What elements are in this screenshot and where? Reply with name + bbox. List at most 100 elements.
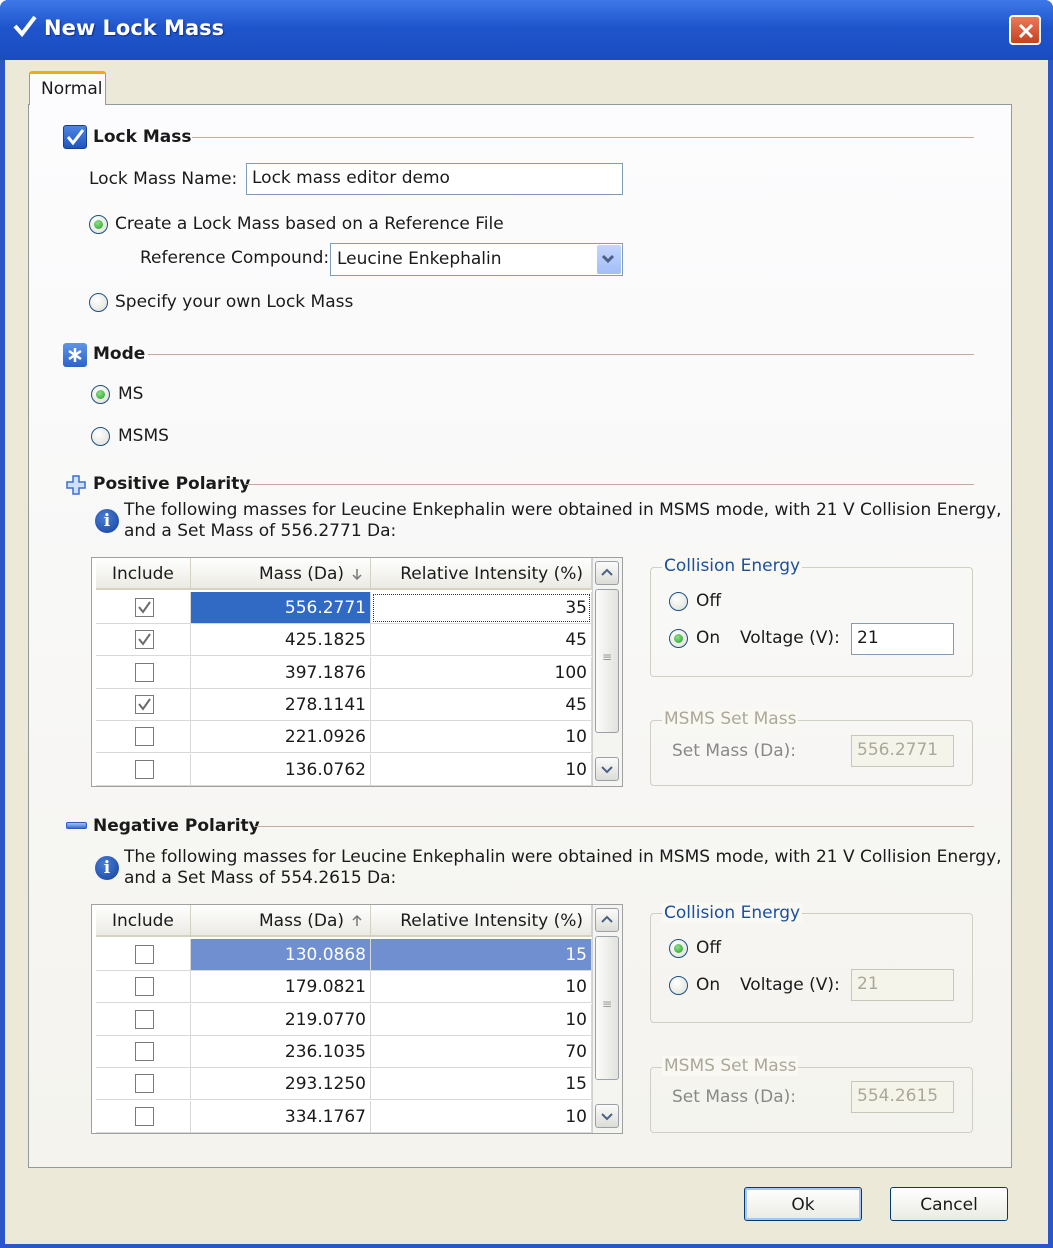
reference-file-radio[interactable]: [89, 215, 108, 234]
table-row[interactable]: 556.2771 35: [92, 592, 592, 624]
negative-collision-on-label[interactable]: On: [696, 975, 720, 995]
table-row[interactable]: 130.0868 15: [92, 939, 592, 971]
intensity-cell[interactable]: 10: [371, 753, 592, 786]
positive-collision-off-label[interactable]: Off: [696, 591, 721, 611]
positive-collision-on-label[interactable]: On: [696, 628, 720, 648]
intensity-cell[interactable]: 45: [371, 688, 592, 721]
checkmark-icon: [138, 698, 151, 711]
positive-collision-energy-title: Collision Energy: [662, 556, 803, 576]
mass-cell[interactable]: 130.0868: [191, 939, 371, 971]
mass-cell[interactable]: 179.0821: [191, 971, 371, 1004]
positive-collision-off-radio[interactable]: [669, 592, 688, 611]
reference-compound-select[interactable]: Leucine Enkephalin: [330, 243, 623, 276]
negative-collision-off-radio[interactable]: [669, 939, 688, 958]
mass-cell[interactable]: 221.0926: [191, 721, 371, 754]
negative-table-scrollbar[interactable]: ≡: [592, 905, 622, 1133]
table-row[interactable]: 179.0821 10: [92, 971, 592, 1004]
msms-label[interactable]: MSMS: [118, 426, 169, 446]
lock-mass-name-field[interactable]: Lock mass editor demo: [246, 163, 623, 195]
own-lock-mass-option-label[interactable]: Specify your own Lock Mass: [115, 292, 353, 312]
table-row[interactable]: 397.1876 100: [92, 656, 592, 689]
include-checkbox[interactable]: [135, 977, 154, 997]
column-header-mass[interactable]: Mass (Da): [191, 905, 371, 937]
intensity-cell[interactable]: 10: [371, 971, 592, 1004]
table-row[interactable]: 425.1825 45: [92, 624, 592, 657]
intensity-cell[interactable]: 35: [371, 592, 592, 624]
mass-cell[interactable]: 556.2771: [191, 592, 371, 624]
intensity-cell[interactable]: 100: [371, 656, 592, 689]
cancel-button[interactable]: Cancel: [890, 1187, 1008, 1221]
column-header-intensity[interactable]: Relative Intensity (%): [371, 905, 592, 937]
include-checkbox[interactable]: [135, 662, 154, 682]
negative-collision-off-label[interactable]: Off: [696, 938, 721, 958]
close-icon: [1018, 23, 1034, 39]
negative-masses-table[interactable]: Include Mass (Da) Relative Intensity (%)…: [91, 904, 623, 1134]
positive-set-mass-field[interactable]: 556.2771: [851, 735, 954, 767]
scroll-up-button[interactable]: [595, 908, 619, 932]
include-checkbox[interactable]: [135, 630, 154, 650]
tab-normal[interactable]: Normal: [29, 71, 106, 105]
column-header-include[interactable]: Include: [96, 905, 191, 937]
mass-cell[interactable]: 293.1250: [191, 1068, 371, 1101]
table-row[interactable]: 219.0770 10: [92, 1003, 592, 1036]
include-checkbox[interactable]: [135, 727, 154, 747]
mass-cell[interactable]: 219.0770: [191, 1003, 371, 1036]
ms-label[interactable]: MS: [118, 384, 143, 404]
reference-file-option-label[interactable]: Create a Lock Mass based on a Reference …: [115, 214, 504, 234]
title-bar[interactable]: New Lock Mass: [0, 0, 1053, 60]
table-row[interactable]: 136.0762 10: [92, 753, 592, 786]
include-checkbox[interactable]: [135, 1009, 154, 1029]
intensity-cell[interactable]: 10: [371, 1003, 592, 1036]
column-header-intensity[interactable]: Relative Intensity (%): [371, 558, 592, 590]
intensity-cell[interactable]: 15: [371, 939, 592, 971]
scroll-up-button[interactable]: [595, 561, 619, 585]
include-checkbox[interactable]: [135, 945, 154, 964]
mass-cell[interactable]: 136.0762: [191, 753, 371, 786]
mass-cell[interactable]: 278.1141: [191, 688, 371, 721]
include-checkbox[interactable]: [135, 1074, 154, 1094]
positive-info-line1: The following masses for Leucine Enkepha…: [124, 500, 1002, 520]
scroll-thumb[interactable]: ≡: [595, 589, 619, 733]
lock-mass-checkbox[interactable]: [63, 125, 87, 149]
table-row[interactable]: 221.0926 10: [92, 721, 592, 754]
intensity-cell[interactable]: 10: [371, 721, 592, 754]
lock-mass-section-title: Lock Mass: [93, 127, 192, 147]
intensity-cell[interactable]: 15: [371, 1068, 592, 1101]
scroll-thumb[interactable]: ≡: [595, 936, 619, 1080]
table-row[interactable]: 278.1141 45: [92, 688, 592, 721]
table-row[interactable]: 293.1250 15: [92, 1068, 592, 1101]
column-header-include[interactable]: Include: [96, 558, 191, 590]
mass-cell[interactable]: 397.1876: [191, 656, 371, 689]
intensity-cell[interactable]: 70: [371, 1035, 592, 1068]
include-checkbox[interactable]: [135, 1106, 154, 1126]
positive-masses-table[interactable]: Include Mass (Da) Relative Intensity (%)…: [91, 557, 623, 787]
scroll-down-button[interactable]: [595, 1104, 619, 1128]
include-checkbox[interactable]: [135, 1041, 154, 1061]
include-checkbox[interactable]: [135, 694, 154, 714]
table-row[interactable]: 236.1035 70: [92, 1035, 592, 1068]
positive-voltage-field[interactable]: 21: [851, 623, 954, 655]
scroll-down-button[interactable]: [595, 757, 619, 781]
intensity-cell[interactable]: 45: [371, 624, 592, 657]
close-button[interactable]: [1009, 15, 1041, 45]
intensity-cell[interactable]: 10: [371, 1100, 592, 1133]
positive-table-scrollbar[interactable]: ≡: [592, 558, 622, 786]
mass-cell[interactable]: 425.1825: [191, 624, 371, 657]
msms-radio[interactable]: [91, 427, 110, 446]
negative-set-mass-field[interactable]: 554.2615: [851, 1081, 954, 1113]
ok-button[interactable]: Ok: [744, 1187, 862, 1221]
positive-collision-on-radio[interactable]: [669, 629, 688, 648]
column-header-mass[interactable]: Mass (Da): [191, 558, 371, 590]
mass-cell[interactable]: 236.1035: [191, 1035, 371, 1068]
negative-collision-on-radio[interactable]: [669, 976, 688, 995]
negative-voltage-field[interactable]: 21: [851, 969, 954, 1001]
mass-cell[interactable]: 334.1767: [191, 1100, 371, 1133]
ms-radio[interactable]: [91, 385, 110, 404]
include-checkbox[interactable]: [135, 759, 154, 779]
checkmark-icon: [138, 601, 151, 614]
own-lock-mass-radio[interactable]: [89, 293, 108, 312]
dropdown-button[interactable]: [597, 245, 621, 274]
include-checkbox[interactable]: [135, 598, 154, 617]
table-row[interactable]: 334.1767 10: [92, 1100, 592, 1133]
negative-info-line1: The following masses for Leucine Enkepha…: [124, 847, 1002, 867]
